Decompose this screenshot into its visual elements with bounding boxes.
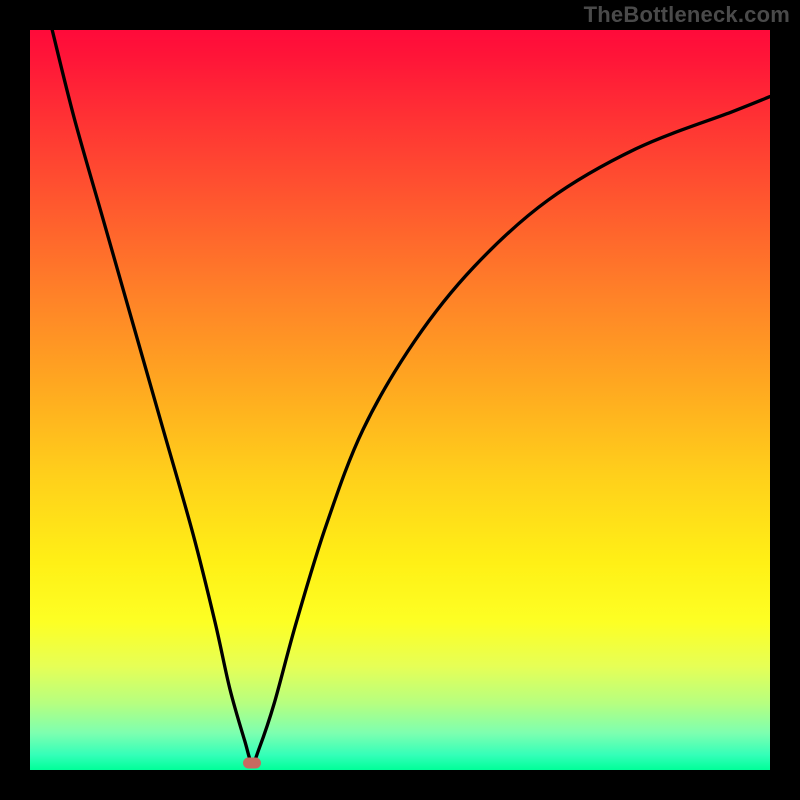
plot-area [30, 30, 770, 770]
bottleneck-curve [52, 30, 770, 763]
watermark-text: TheBottleneck.com [584, 2, 790, 28]
chart-frame: TheBottleneck.com [0, 0, 800, 800]
optimum-marker [243, 757, 261, 768]
curve-svg [30, 30, 770, 770]
